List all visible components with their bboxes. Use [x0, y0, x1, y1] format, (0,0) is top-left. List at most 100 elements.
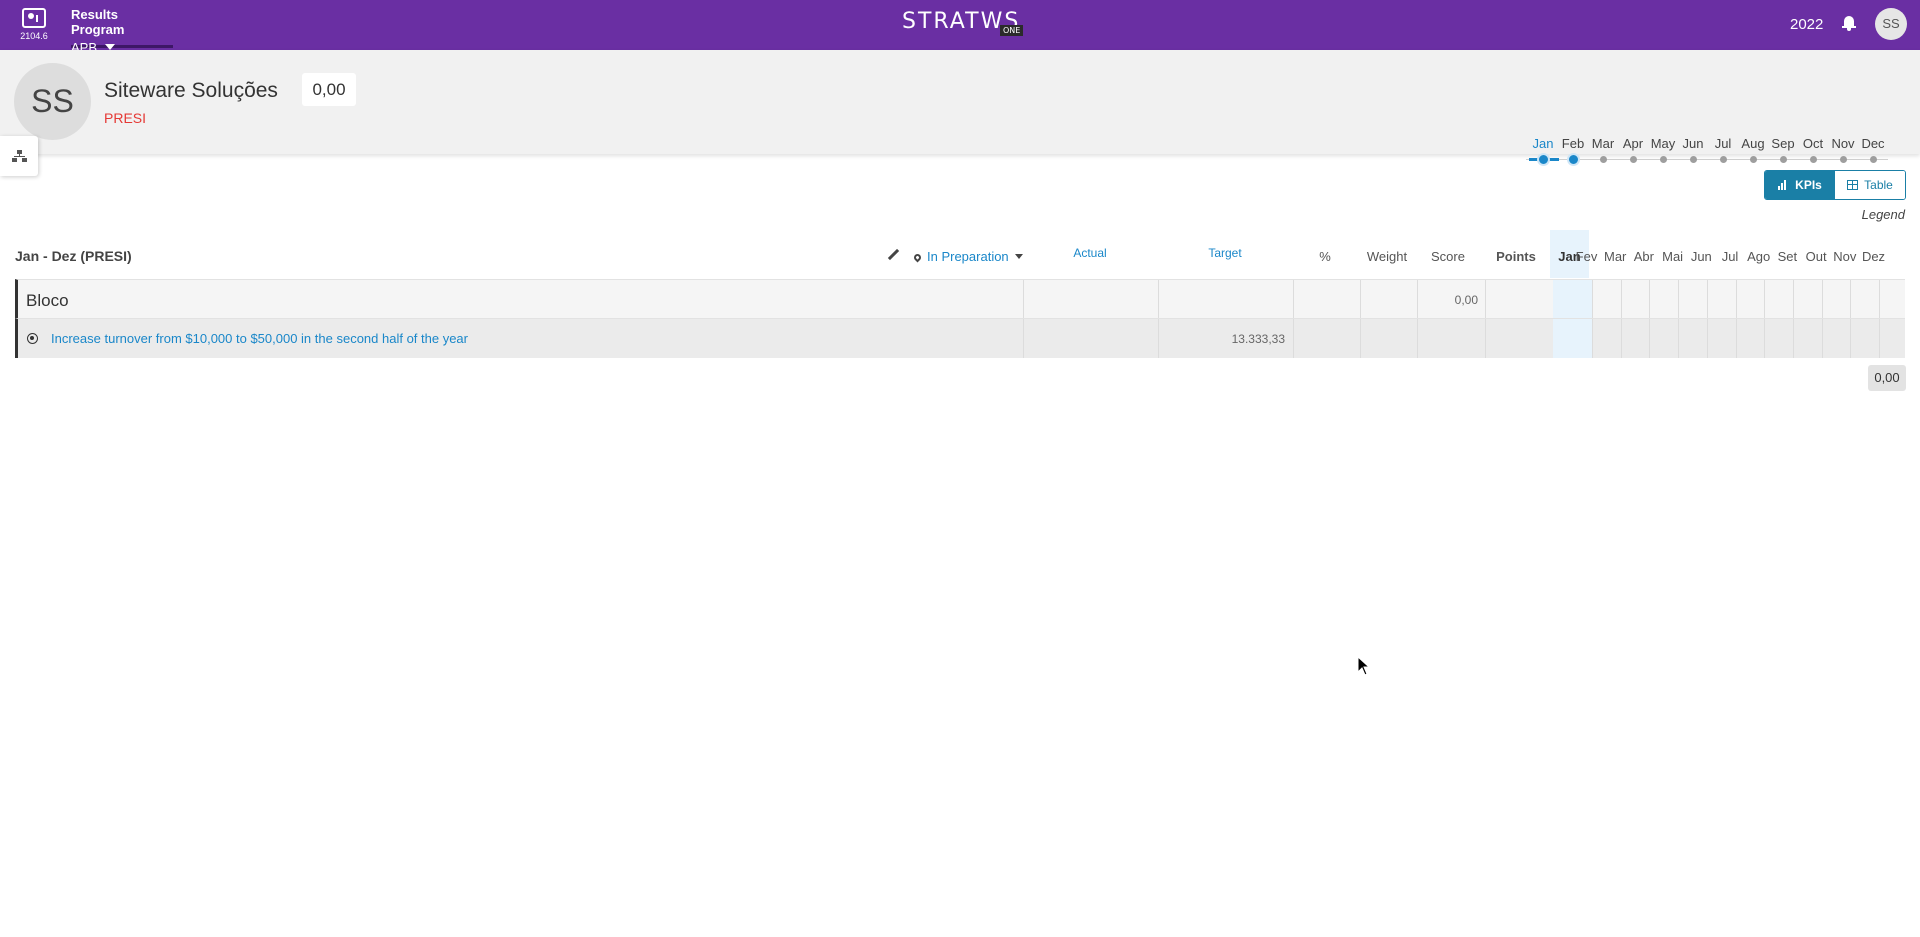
logo-badge: ONE — [1000, 25, 1024, 36]
org-code: PRESI — [104, 110, 147, 126]
month-divider — [1706, 280, 1708, 318]
month-divider — [1678, 319, 1680, 358]
month-divider — [1879, 280, 1880, 318]
month-dot-sep[interactable] — [1779, 156, 1787, 163]
table-icon — [1847, 180, 1859, 190]
month-label-sep[interactable]: Sep — [1768, 136, 1798, 151]
column-weight: Weight — [1366, 249, 1408, 264]
month-label-may[interactable]: May — [1648, 136, 1678, 151]
caret-down-icon — [1014, 254, 1023, 259]
column-month-fev: Fev — [1575, 249, 1598, 264]
month-divider — [1850, 319, 1852, 358]
program-title: Results Program — [71, 7, 125, 37]
column-month-mai: Mai — [1662, 249, 1684, 264]
status-label: In Preparation — [927, 249, 1009, 264]
column-actual[interactable]: Actual — [1050, 246, 1130, 260]
month-divider — [1821, 280, 1823, 318]
table-row-kpi[interactable]: Increase turnover from $10,000 to $50,00… — [15, 319, 1905, 358]
month-divider — [1592, 319, 1593, 358]
block-score: 0,00 — [1454, 293, 1478, 307]
total-score-badge: 0,00 — [1868, 365, 1906, 391]
month-dot-oct[interactable] — [1809, 156, 1817, 163]
current-month-cell — [1553, 319, 1592, 358]
org-tree-toggle[interactable] — [0, 136, 38, 176]
table-header: Jan - Dez (PRESI) In Preparation Actual … — [0, 230, 1920, 278]
month-divider — [1735, 319, 1737, 358]
month-divider — [1792, 319, 1794, 358]
column-score: Score — [1431, 249, 1465, 264]
pencil-icon[interactable] — [887, 249, 899, 261]
month-dot-nov[interactable] — [1839, 156, 1847, 163]
year-selector[interactable]: 2022 — [1790, 16, 1823, 33]
program-selector[interactable]: Results Program APB — [71, 7, 173, 55]
month-divider — [1879, 319, 1880, 358]
app-menu-button[interactable]: 2104.6 — [18, 8, 50, 41]
month-dot-jul[interactable] — [1719, 156, 1727, 163]
org-name: Siteware Soluções — [104, 79, 278, 102]
column-month-abr: Abr — [1633, 249, 1654, 264]
user-avatar[interactable]: SS — [1875, 8, 1907, 40]
map-pin-icon — [912, 252, 923, 263]
month-divider — [1649, 280, 1651, 318]
month-divider — [1764, 280, 1766, 318]
month-dot-mar[interactable] — [1599, 156, 1607, 163]
bar-chart-icon — [1778, 180, 1789, 190]
month-label-apr[interactable]: Apr — [1618, 136, 1648, 151]
month-divider — [1706, 319, 1708, 358]
period-label: Jan - Dez (PRESI) — [15, 248, 132, 264]
month-label-mar[interactable]: Mar — [1588, 136, 1618, 151]
month-divider — [1678, 280, 1680, 318]
target-icon — [27, 333, 38, 344]
column-percent: % — [1319, 249, 1331, 264]
kpis-view-button[interactable]: KPIs — [1765, 171, 1835, 199]
kpis-view-label: KPIs — [1795, 178, 1822, 192]
month-divider — [1649, 319, 1651, 358]
current-month-cell — [1553, 280, 1592, 318]
org-score: 0,00 — [302, 73, 356, 106]
month-label-jan[interactable]: Jan — [1528, 136, 1558, 151]
month-label-jul[interactable]: Jul — [1708, 136, 1738, 151]
column-month-jun: Jun — [1690, 249, 1712, 264]
timeline-track — [1526, 159, 1888, 160]
bell-icon[interactable] — [1842, 16, 1856, 31]
status-dropdown[interactable]: In Preparation — [912, 249, 1023, 264]
column-month-dez: Dez — [1861, 249, 1886, 264]
month-divider — [1792, 280, 1794, 318]
block-name: Bloco — [26, 291, 69, 310]
month-divider — [1592, 280, 1593, 318]
org-avatar: SS — [14, 63, 91, 140]
month-dot-apr[interactable] — [1629, 156, 1637, 163]
month-dot-feb[interactable] — [1566, 153, 1580, 166]
month-dot-jun[interactable] — [1689, 156, 1697, 163]
top-bar: 2104.6 Results Program APB STRATWS ONE 2… — [0, 0, 1920, 55]
month-divider — [1735, 280, 1737, 318]
view-toggle: KPIs Table — [1764, 170, 1906, 200]
month-label-oct[interactable]: Oct — [1798, 136, 1828, 151]
month-dot-aug[interactable] — [1749, 156, 1757, 163]
column-target[interactable]: Target — [1185, 246, 1265, 260]
org-header: SS Siteware Soluções PRESI 0,00 Jan Feb Ma… — [0, 50, 1920, 166]
month-dot-may[interactable] — [1659, 156, 1667, 163]
kpi-link[interactable]: Increase turnover from $10,000 to $50,00… — [51, 331, 468, 346]
month-label-jun[interactable]: Jun — [1678, 136, 1708, 151]
contact-card-icon — [22, 8, 46, 28]
column-month-ago: Ago — [1747, 249, 1771, 264]
month-divider — [1620, 280, 1622, 318]
kpi-target-value: 13.333,33 — [1231, 332, 1285, 346]
column-points: Points — [1496, 249, 1536, 264]
column-month-set: Set — [1777, 249, 1798, 264]
month-label-nov[interactable]: Nov — [1828, 136, 1858, 151]
column-month-out: Out — [1805, 249, 1827, 264]
month-dot-jan[interactable] — [1536, 153, 1550, 166]
table-view-label: Table — [1864, 178, 1893, 192]
month-divider — [1620, 319, 1622, 358]
legend-link[interactable]: Legend — [1820, 207, 1905, 222]
table-row-block: Bloco 0,00 — [15, 279, 1905, 319]
table-view-button[interactable]: Table — [1835, 171, 1905, 199]
month-divider — [1850, 280, 1852, 318]
month-label-feb[interactable]: Feb — [1558, 136, 1588, 151]
column-month-jul: Jul — [1721, 249, 1739, 264]
month-label-dec[interactable]: Dec — [1858, 136, 1888, 151]
month-dot-dec[interactable] — [1869, 156, 1877, 163]
month-label-aug[interactable]: Aug — [1738, 136, 1768, 151]
